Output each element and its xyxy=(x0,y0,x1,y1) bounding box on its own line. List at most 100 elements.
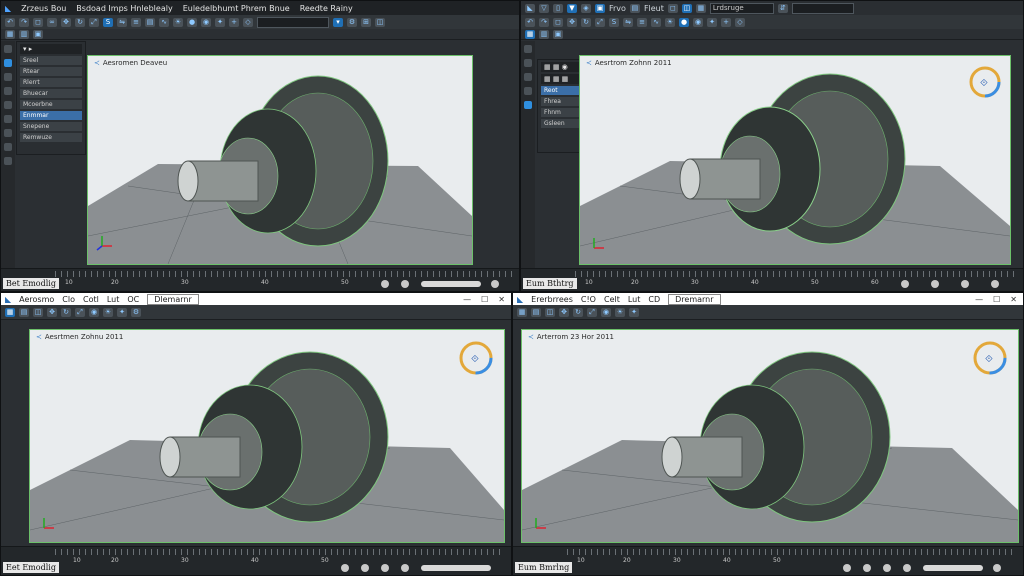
settings-icon[interactable] xyxy=(883,564,891,572)
curve-icon[interactable]: ∿ xyxy=(651,17,661,27)
list-item[interactable]: Mcoerbne xyxy=(20,100,82,109)
toolbar-label[interactable]: Frvo xyxy=(609,4,626,13)
curve-icon[interactable]: ∿ xyxy=(159,17,169,27)
selection-set-field[interactable] xyxy=(257,16,329,28)
list-item[interactable]: Rlerrt xyxy=(20,78,82,87)
list-item[interactable]: Rtear xyxy=(20,67,82,76)
filter-icon[interactable]: ▽ xyxy=(539,3,549,13)
file-icon[interactable]: ▯ xyxy=(553,3,563,13)
tool-icon[interactable]: ◉ xyxy=(89,307,99,317)
settings-icon[interactable] xyxy=(903,564,911,572)
settings-icon[interactable] xyxy=(961,280,969,288)
move-icon[interactable]: ✥ xyxy=(61,17,71,27)
settings-icon[interactable] xyxy=(491,280,499,288)
tool-icon[interactable] xyxy=(524,73,532,81)
move-icon[interactable]: ✥ xyxy=(567,17,577,27)
tool-icon[interactable]: ◻ xyxy=(667,3,678,13)
schematic-icon[interactable]: ◫ xyxy=(375,17,385,27)
minimize-icon[interactable]: — xyxy=(463,295,471,304)
graph-icon[interactable]: ⊞ xyxy=(361,17,371,27)
tool-icon[interactable] xyxy=(4,143,12,151)
menu-item[interactable]: Euledelbhumt Phrem Bnue xyxy=(183,4,290,13)
helper-icon[interactable]: + xyxy=(721,17,731,27)
scene-icon[interactable]: ▥ xyxy=(19,29,29,39)
time-slider[interactable] xyxy=(421,565,491,571)
named-set-icon[interactable]: ▾ xyxy=(333,17,343,27)
key-icon[interactable] xyxy=(863,564,871,572)
select-field[interactable]: Lrdsruge xyxy=(709,2,774,14)
list-item[interactable]: Snepene xyxy=(20,122,82,131)
explorer-icon[interactable]: ▣ xyxy=(33,29,43,39)
time-slider[interactable] xyxy=(421,281,481,287)
tool-icon[interactable]: ✥ xyxy=(47,307,57,317)
timeline-ruler[interactable] xyxy=(575,271,1017,277)
workspace-dropdown[interactable]: Dlemarnr xyxy=(147,293,199,305)
drop-icon[interactable]: ▼ xyxy=(567,3,577,13)
tool-icon[interactable]: ⚙ xyxy=(131,307,141,317)
redo-icon[interactable]: ↷ xyxy=(539,17,549,27)
perspective-viewport[interactable]: ≺ Aesromen Deaveu xyxy=(87,55,473,265)
rotate-icon[interactable]: ↻ xyxy=(581,17,591,27)
select-icon[interactable]: ◻ xyxy=(553,17,563,27)
key-icon[interactable] xyxy=(361,564,369,572)
tool-icon[interactable]: ◉ xyxy=(601,307,611,317)
redo-icon[interactable]: ↷ xyxy=(19,17,29,27)
max-logo-icon[interactable]: ◣ xyxy=(5,4,11,13)
menu-item[interactable]: Zrzeus Bou xyxy=(21,4,66,13)
light-icon[interactable]: ✦ xyxy=(707,17,717,27)
tool-icon[interactable] xyxy=(4,87,12,95)
render-icon[interactable]: ☀ xyxy=(665,17,675,27)
align-icon[interactable]: ≡ xyxy=(131,17,141,27)
tool-icon[interactable]: ↻ xyxy=(61,307,71,317)
scale-icon[interactable]: ⤢ xyxy=(89,17,99,27)
tool-icon[interactable]: ↻ xyxy=(573,307,583,317)
maximize-icon[interactable]: ☐ xyxy=(481,295,488,304)
tool-icon[interactable]: ☀ xyxy=(615,307,625,317)
layer-icon[interactable]: ▤ xyxy=(145,17,155,27)
layers-icon[interactable]: ▦ xyxy=(5,29,15,39)
material-icon[interactable]: ● xyxy=(679,17,689,27)
tool-icon[interactable]: ◫ xyxy=(545,307,555,317)
material-icon[interactable]: ● xyxy=(187,17,197,27)
tool-icon[interactable] xyxy=(524,101,532,109)
tool-icon[interactable]: ▦ xyxy=(5,307,15,317)
play-icon[interactable] xyxy=(381,280,389,288)
minimize-icon[interactable]: — xyxy=(975,295,983,304)
search-field[interactable] xyxy=(791,2,854,14)
tool-icon[interactable]: ▦ xyxy=(517,307,527,317)
scene-icon[interactable]: ▥ xyxy=(539,29,549,39)
tool-icon[interactable] xyxy=(4,45,12,53)
tool-icon[interactable] xyxy=(4,157,12,165)
perspective-viewport[interactable]: ≺ Aesrtrom Zohnn 2011 ⟐ xyxy=(579,55,1011,265)
list-item[interactable]: Bhuecar xyxy=(20,89,82,98)
mirror-icon[interactable]: ⇋ xyxy=(117,17,127,27)
render-icon[interactable]: ☀ xyxy=(173,17,183,27)
settings-icon[interactable] xyxy=(991,280,999,288)
menu-item[interactable]: Reedte Rainy xyxy=(300,4,353,13)
camera-icon[interactable]: ◉ xyxy=(693,17,703,27)
tool-icon[interactable]: ◫ xyxy=(33,307,43,317)
tool-icon[interactable]: ▣ xyxy=(595,3,605,13)
maximize-icon[interactable]: ☐ xyxy=(993,295,1000,304)
tool-icon[interactable]: ✦ xyxy=(117,307,127,317)
tool-icon[interactable]: ▤ xyxy=(19,307,29,317)
tool-icon[interactable] xyxy=(524,59,532,67)
tool-icon[interactable]: ⚙ xyxy=(347,17,357,27)
key-icon[interactable] xyxy=(931,280,939,288)
undo-icon[interactable]: ↶ xyxy=(5,17,15,27)
tool-icon[interactable]: ✥ xyxy=(559,307,569,317)
tool-icon[interactable]: ⇵ xyxy=(777,3,788,13)
menu-item[interactable]: Bsdoad Imps Hnleblealy xyxy=(76,4,172,13)
settings-icon[interactable] xyxy=(381,564,389,572)
space-icon[interactable]: ◇ xyxy=(243,17,253,27)
snap-icon[interactable]: S xyxy=(609,17,619,27)
helper-icon[interactable]: + xyxy=(229,17,239,27)
align-icon[interactable]: ≡ xyxy=(637,17,647,27)
layers-icon[interactable]: ▦ xyxy=(525,29,535,39)
mirror-icon[interactable]: ⇋ xyxy=(623,17,633,27)
list-item-selected[interactable]: Enmmar xyxy=(20,111,82,120)
tool-icon[interactable]: ▤ xyxy=(629,3,640,13)
max-logo-icon[interactable]: ◣ xyxy=(525,3,535,13)
tool-icon[interactable] xyxy=(4,115,12,123)
link-icon[interactable]: ∞ xyxy=(47,17,57,27)
